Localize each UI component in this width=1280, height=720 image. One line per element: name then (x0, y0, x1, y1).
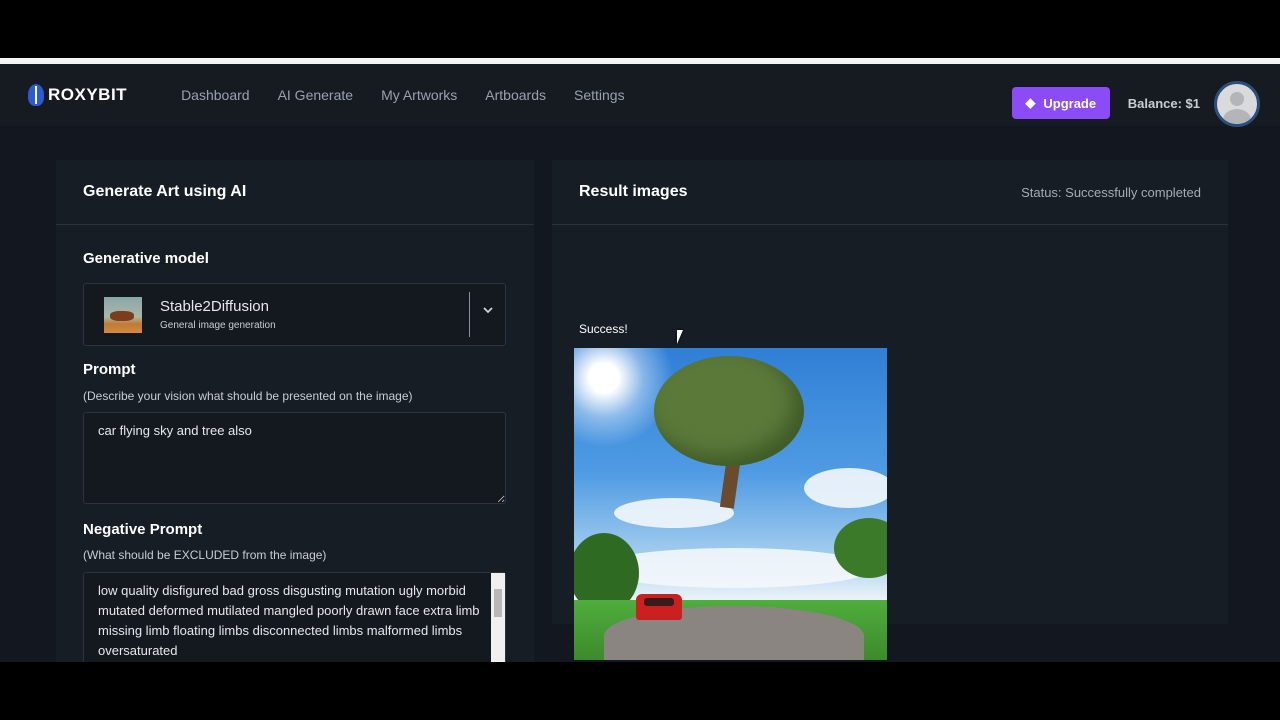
nav-right: ◆ Upgrade Balance: $1 (1011, 79, 1260, 127)
generate-header: Generate Art using AI (56, 160, 534, 225)
model-name: Stable2Diffusion (160, 298, 269, 315)
nav-settings[interactable]: Settings (574, 87, 625, 103)
nav-artboards[interactable]: Artboards (485, 87, 546, 103)
app: ROXYBIT Dashboard AI Generate My Artwork… (0, 64, 1280, 662)
brand-logo[interactable]: ROXYBIT (28, 84, 127, 106)
negative-prompt-hint: (What should be EXCLUDED from the image) (83, 548, 327, 562)
upgrade-label: Upgrade (1043, 95, 1097, 111)
chevron-down-icon[interactable] (482, 304, 494, 316)
diamond-icon: ◆ (1025, 95, 1036, 110)
nav-dashboard[interactable]: Dashboard (181, 87, 250, 103)
generate-panel: Generate Art using AI Generative model S… (56, 160, 534, 662)
model-thumbnail (104, 297, 142, 333)
video-letterbox-top (0, 0, 1280, 58)
scrollbar[interactable] (491, 573, 505, 662)
model-label: Generative model (83, 250, 209, 267)
prompt-input[interactable]: car flying sky and tree also (83, 412, 506, 504)
result-title: Result images (579, 183, 688, 200)
navbar: ROXYBIT Dashboard AI Generate My Artwork… (0, 64, 1280, 127)
select-divider (469, 292, 470, 337)
nav-ai-generate[interactable]: AI Generate (278, 87, 354, 103)
nav-links: Dashboard AI Generate My Artworks Artboa… (181, 87, 625, 103)
success-message: Success! (579, 322, 628, 336)
result-image[interactable] (574, 348, 887, 660)
balance: Balance: $1 (1127, 95, 1200, 111)
nav-my-artworks[interactable]: My Artworks (381, 87, 457, 103)
negative-prompt-wrap: low quality disfigured bad gross disgust… (83, 572, 506, 662)
status-text: Status: Successfully completed (1021, 184, 1201, 200)
result-header: Result images Status: Successfully compl… (552, 160, 1228, 225)
negative-prompt-label: Negative Prompt (83, 521, 203, 538)
prompt-hint: (Describe your vision what should be pre… (83, 389, 413, 403)
model-select[interactable]: Stable2Diffusion General image generatio… (83, 283, 506, 346)
upgrade-button[interactable]: ◆ Upgrade (1011, 87, 1110, 119)
user-avatar[interactable] (1214, 81, 1260, 127)
result-panel: Result images Status: Successfully compl… (552, 160, 1228, 660)
prompt-label: Prompt (83, 361, 136, 378)
roxybit-logo-icon (28, 84, 44, 106)
negative-prompt-input[interactable]: low quality disfigured bad gross disgust… (83, 572, 506, 662)
model-description: General image generation (160, 320, 276, 331)
mouse-cursor-icon (677, 330, 683, 344)
generate-title: Generate Art using AI (83, 183, 247, 200)
video-letterbox-bottom (0, 662, 1280, 720)
brand-name: ROXYBIT (48, 85, 128, 104)
